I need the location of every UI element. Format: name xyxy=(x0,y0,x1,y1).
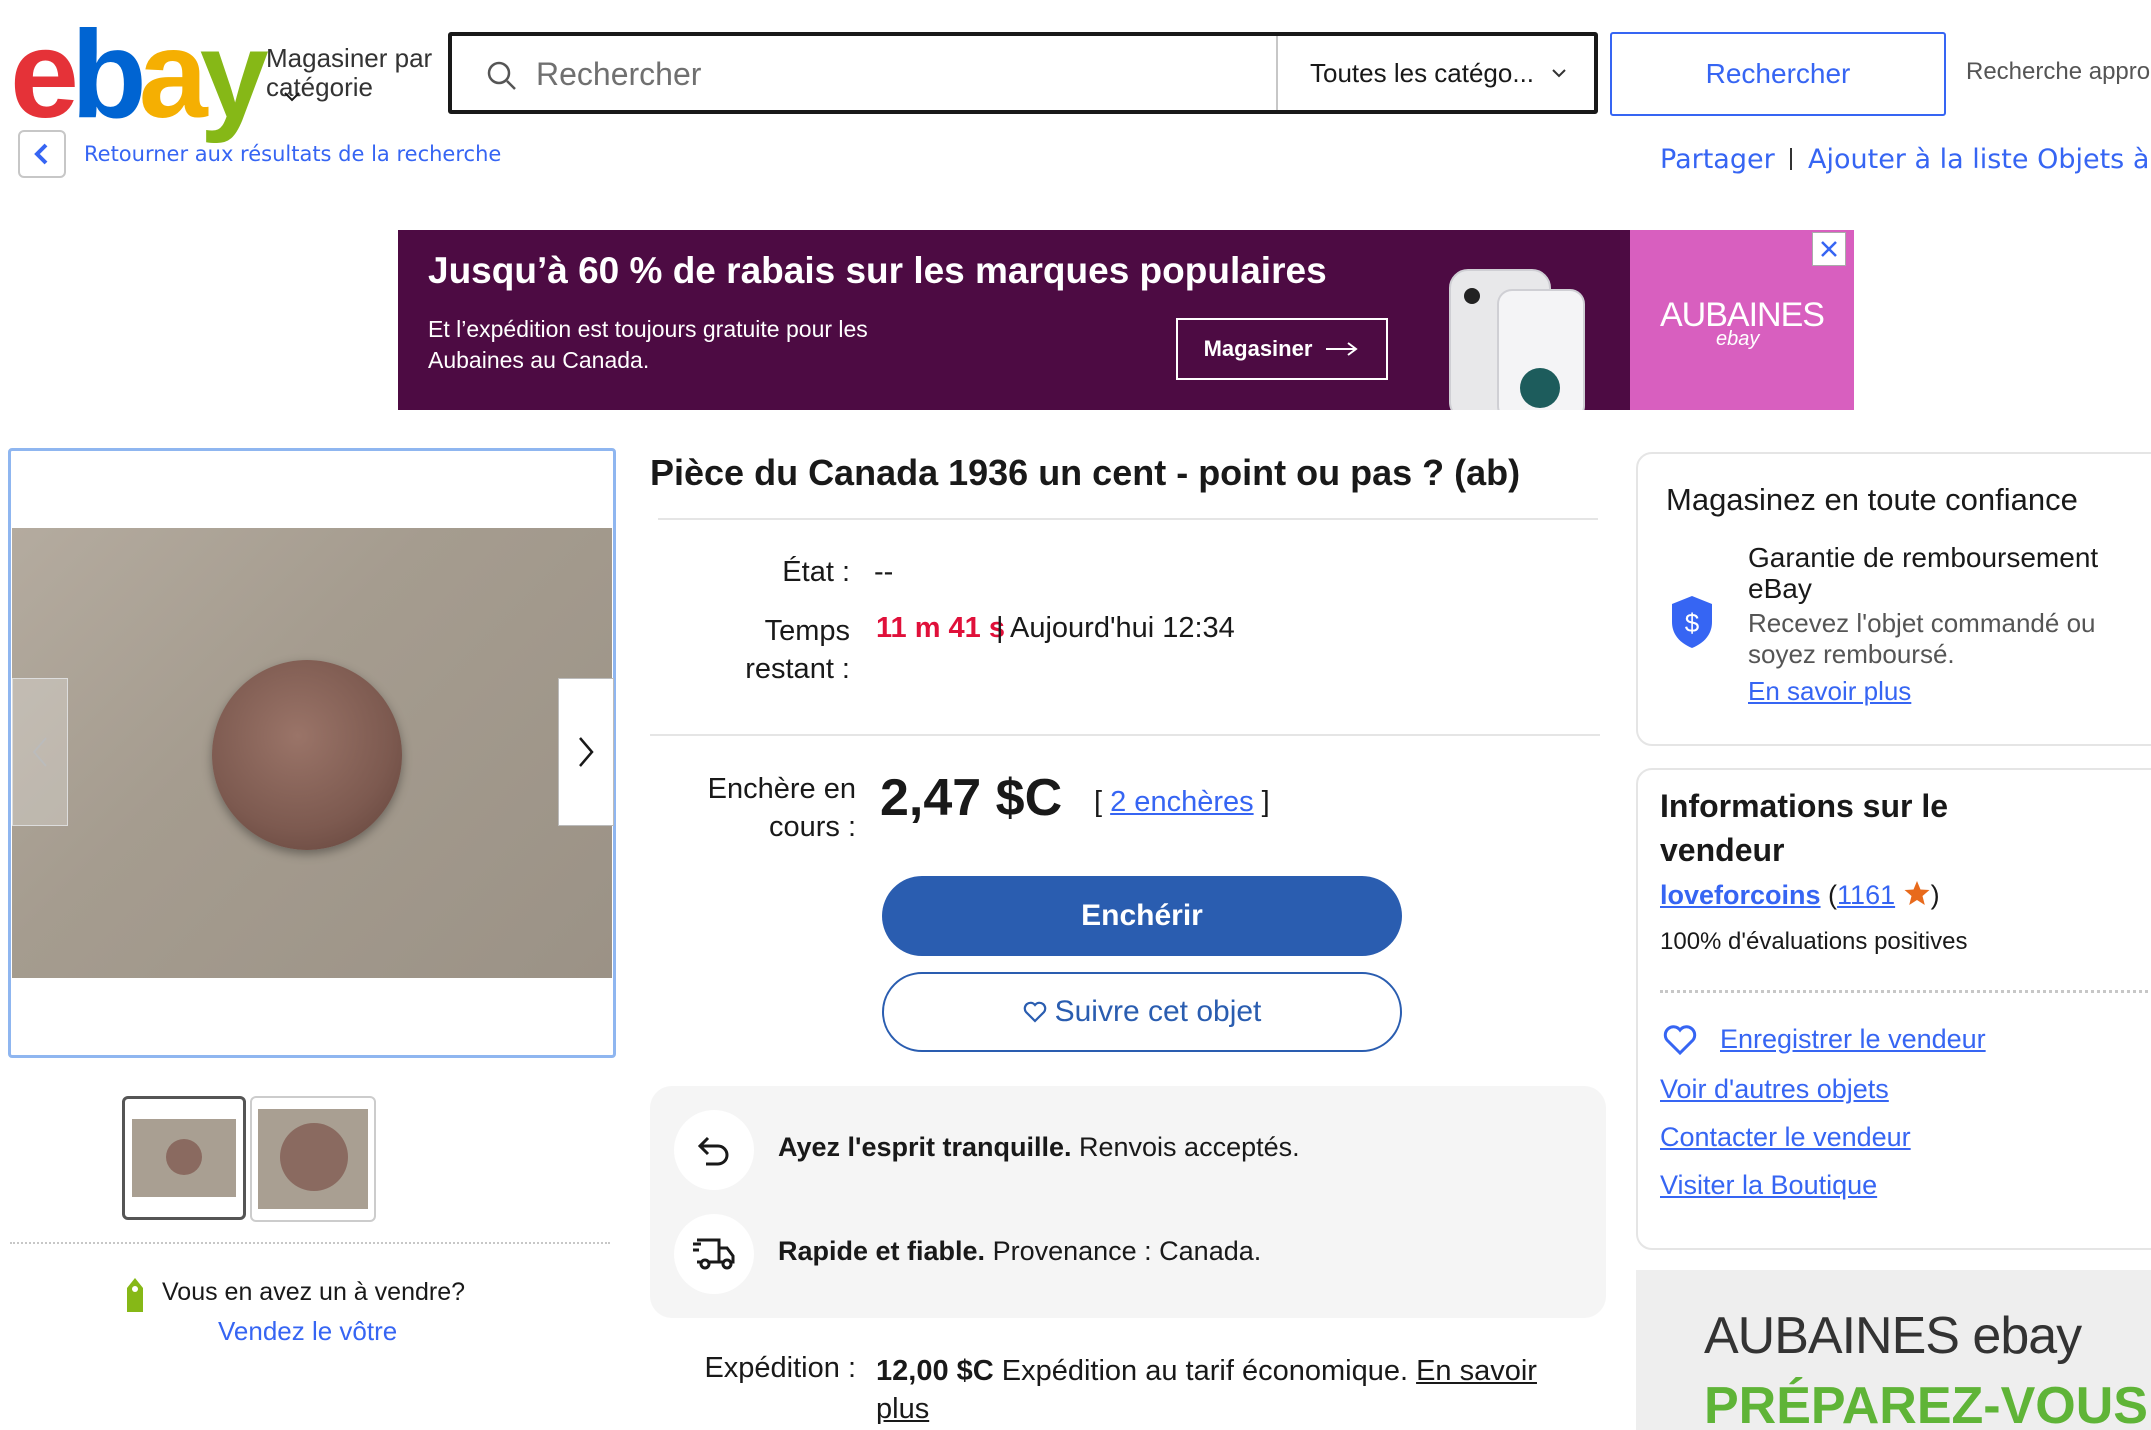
seller-info-title: Informations sur le vendeur xyxy=(1660,788,1949,868)
current-price: 2,47 $C xyxy=(880,769,1063,827)
heart-icon[interactable] xyxy=(1662,1024,1698,1056)
contact-seller-link[interactable]: Contacter le vendeur xyxy=(1660,1122,1911,1153)
shipping-origin-text: Provenance : Canada. xyxy=(985,1236,1262,1266)
star-icon xyxy=(1904,881,1930,905)
shipping-price: 12,00 $C xyxy=(876,1355,994,1387)
watch-item-label: Suivre cet objet xyxy=(1054,995,1262,1028)
money-back-title: Garantie de remboursement eBay xyxy=(1748,542,2099,604)
current-bid-label: Enchère en cours : xyxy=(707,773,856,843)
condition-label: État : xyxy=(782,556,850,588)
side-ad-brand: AUBAINES ebay xyxy=(1704,1307,2082,1365)
thumbnail-image xyxy=(132,1119,236,1197)
shipping-badge xyxy=(674,1214,754,1294)
chevron-left-icon xyxy=(32,737,47,767)
confidence-title: Magasinez en toute confiance xyxy=(1666,482,2078,517)
thumbnail-2[interactable] xyxy=(250,1096,376,1222)
divider xyxy=(1790,148,1792,170)
shield-dollar-icon: $ xyxy=(1672,596,1712,648)
visit-store-link[interactable]: Visiter la Boutique xyxy=(1660,1170,1877,1201)
divider xyxy=(658,518,1598,520)
ebay-logo[interactable]: ebay xyxy=(10,13,269,137)
search-button[interactable]: Rechercher xyxy=(1610,32,1946,116)
learn-more-link[interactable]: En savoir plus xyxy=(1748,676,1911,707)
chevron-down-icon[interactable] xyxy=(1550,64,1568,82)
condition-value: -- xyxy=(874,556,894,588)
side-ad-sub: PRÉPAREZ-VOUS À xyxy=(1704,1377,2151,1430)
coin-image xyxy=(212,660,402,850)
add-to-watchlist-link[interactable]: Ajouter à la liste Objets à xyxy=(1808,144,2149,175)
divider xyxy=(1276,36,1278,110)
advanced-search-link[interactable]: Recherche appro xyxy=(1966,58,2150,86)
previous-image-button[interactable] xyxy=(12,678,68,826)
return-arrow-icon xyxy=(697,1136,729,1166)
shipping-method: Expédition au tarif économique. xyxy=(993,1355,1417,1387)
banner-title: Jusqu’à 60 % de rabais sur les marques p… xyxy=(428,250,1327,291)
time-left-value: 11 m 41 s xyxy=(876,612,1005,644)
returns-accepted: Ayez l'esprit tranquille. Renvois accept… xyxy=(778,1132,1300,1163)
bid-count-link[interactable]: 2 enchères xyxy=(1110,786,1254,818)
divider xyxy=(1660,990,2151,993)
back-to-results-link[interactable]: Retourner aux résultats de la recherche xyxy=(84,142,501,166)
price-tag-icon xyxy=(127,1278,143,1312)
chevron-down-icon[interactable] xyxy=(283,88,301,106)
shipping-value: 12,00 $C Expédition au tarif économique.… xyxy=(876,1352,1576,1428)
divider xyxy=(10,1242,610,1244)
positive-feedback: 100% d'évaluations positives xyxy=(1660,928,1968,955)
delivery-truck-icon xyxy=(693,1238,735,1270)
banner-subtitle: Et l’expédition est toujours gratuite po… xyxy=(428,316,868,373)
banner-shop-button[interactable]: Magasiner xyxy=(1176,318,1388,380)
seller-name-link[interactable]: loveforcoins xyxy=(1660,880,1821,910)
listing-title: Pièce du Canada 1936 un cent - point ou … xyxy=(650,452,1521,493)
returns-bold: Ayez l'esprit tranquille. xyxy=(778,1132,1072,1162)
watch-item-button[interactable]: Suivre cet objet xyxy=(882,972,1402,1052)
seller-line: loveforcoins (1161 ) xyxy=(1660,880,1940,910)
close-ad-button[interactable] xyxy=(1812,232,1846,266)
close-icon xyxy=(1821,241,1837,257)
time-left-label: Temps restant : xyxy=(745,615,850,685)
feedback-score-link[interactable]: 1161 xyxy=(1837,880,1895,910)
end-time: | Aujourd'hui 12:34 xyxy=(996,612,1235,644)
thumbnail-1[interactable] xyxy=(122,1096,246,1220)
share-link[interactable]: Partager xyxy=(1660,144,1775,175)
shipping-bold: Rapide et fiable. xyxy=(778,1236,986,1266)
divider xyxy=(650,734,1600,736)
promo-banner[interactable]: Jusqu’à 60 % de rabais sur les marques p… xyxy=(398,230,1854,410)
shipping-label: Expédition : xyxy=(704,1352,856,1384)
assurance-panel xyxy=(650,1086,1606,1318)
place-bid-button[interactable]: Enchérir xyxy=(882,876,1402,956)
arrow-right-icon xyxy=(1326,342,1359,356)
returns-badge xyxy=(674,1110,754,1190)
other-items-link[interactable]: Voir d'autres objets xyxy=(1660,1074,1889,1105)
search-input[interactable] xyxy=(534,40,1268,108)
shipping-origin: Rapide et fiable. Provenance : Canada. xyxy=(778,1236,1261,1267)
heart-icon xyxy=(1023,1001,1046,1023)
chevron-right-icon xyxy=(579,737,594,767)
banner-brand-sub: ebay xyxy=(1716,328,1760,350)
save-seller-link[interactable]: Enregistrer le vendeur xyxy=(1720,1024,1986,1055)
svg-text:$: $ xyxy=(1685,608,1700,638)
sell-question: Vous en avez un à vendre? xyxy=(162,1278,466,1306)
money-back-description: Recevez l'objet commandé ou soyez rembou… xyxy=(1748,608,2096,669)
chevron-left-icon xyxy=(34,143,48,165)
next-image-button[interactable] xyxy=(558,678,614,826)
main-photo[interactable] xyxy=(12,528,612,978)
banner-button-label: Magasiner xyxy=(1203,336,1313,361)
sell-yours-link[interactable]: Vendez le vôtre xyxy=(218,1316,397,1347)
returns-text: Renvois acceptés. xyxy=(1071,1132,1300,1162)
bid-history: [ 2 enchères ] xyxy=(1094,786,1270,818)
back-button[interactable] xyxy=(18,130,66,178)
search-icon xyxy=(487,61,516,90)
phone-image xyxy=(1449,269,1585,410)
category-select[interactable]: Toutes les catégo... xyxy=(1310,58,1534,89)
thumbnail-image xyxy=(258,1109,368,1209)
side-ad[interactable]: AUBAINES ebay PRÉPAREZ-VOUS À xyxy=(1636,1270,2151,1430)
